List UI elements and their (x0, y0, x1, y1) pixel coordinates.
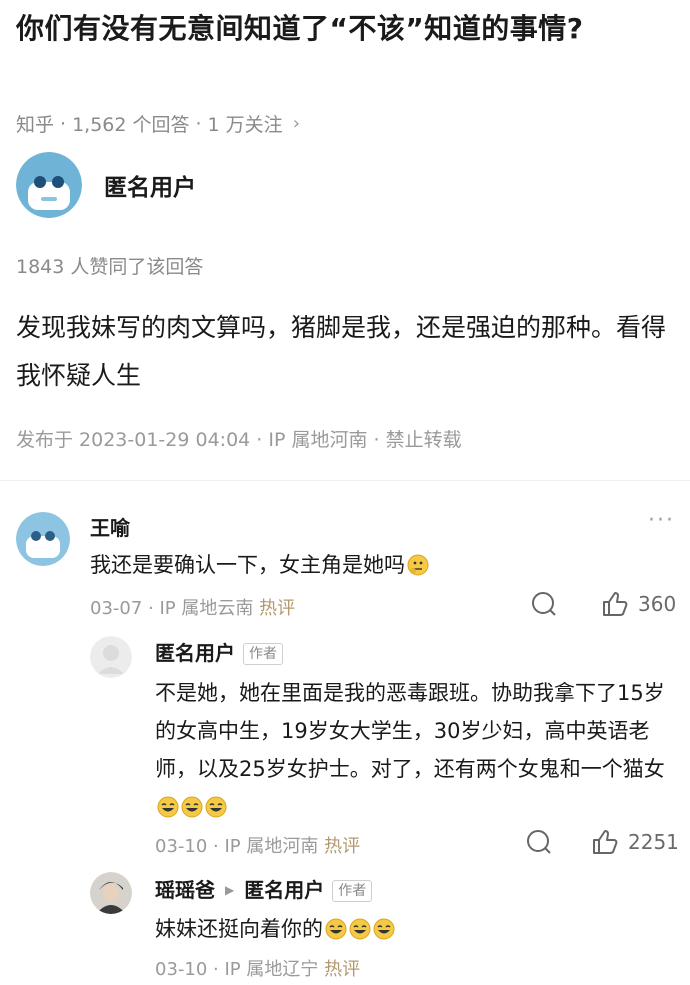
author-badge: 作者 (332, 880, 373, 902)
answer-page: 你们有没有无意间知道了“不该”知道的事情? 知乎 · 1,562 个回答 · 1… (0, 0, 690, 985)
comment-bubble-icon (532, 592, 556, 616)
laughing-emoji-icon (373, 918, 395, 940)
separator: · (60, 112, 67, 135)
comment-bubble-icon (527, 830, 551, 854)
reply-to-name[interactable]: 匿名用户 (244, 878, 324, 902)
comment-date: 03-07 · IP 属地云南 (90, 598, 254, 619)
separator: · (195, 112, 202, 135)
more-options-icon[interactable]: ··· (648, 508, 675, 533)
answer-count: 1,562 个回答 (72, 114, 190, 136)
comment-text: 不是她，她在里面是我的恶毒跟班。协助我拿下了15岁的女高中生，19岁女大学生，3… (155, 674, 675, 826)
follow-count: 1 万关注 (207, 114, 283, 136)
reply-arrow-icon: ▶ (225, 883, 235, 897)
laughing-emoji-icon (325, 918, 347, 940)
commenter-name-text: 匿名用户 (155, 641, 235, 665)
comment-date: 03-10 · IP 属地辽宁 (155, 959, 319, 980)
vote-count: 1843 人赞同了该回答 (16, 256, 204, 278)
hot-comment-label: 热评 (324, 959, 361, 980)
comment-date: 03-10 · IP 属地河南 (155, 836, 319, 857)
answer-meta: 发布于 2023-01-29 04:04 · IP 属地河南 · 禁止转载 (16, 429, 462, 451)
like-button[interactable]: 360 (600, 590, 676, 618)
laughing-emoji-icon (205, 796, 227, 818)
anonymous-avatar[interactable] (16, 152, 82, 218)
like-count: 360 (638, 592, 677, 616)
author-badge: 作者 (243, 643, 283, 665)
comment-text-content: 不是她，她在里面是我的恶毒跟班。协助我拿下了15岁的女高中生，19岁女大学生，3… (155, 681, 665, 781)
hot-comment-label: 热评 (324, 836, 361, 857)
thumbs-up-icon (593, 830, 618, 854)
like-button[interactable]: 2251 (590, 828, 679, 856)
answer-author[interactable]: 匿名用户 (16, 152, 196, 218)
like-count: 2251 (628, 830, 679, 854)
author-name[interactable]: 匿名用户 (104, 168, 196, 202)
comment-text-content: 我还是要确认一下，女主角是她吗 (90, 553, 405, 577)
thinking-emoji-icon (407, 554, 429, 576)
commenter-name-text: 瑶瑶爸 (155, 878, 215, 902)
laughing-emoji-icon (181, 796, 203, 818)
commenter-name[interactable]: 瑶瑶爸 ▶ 匿名用户 作者 (155, 874, 373, 903)
answer-body: 发现我妹写的肉文算吗，猪脚是我，还是强迫的那种。看得我怀疑人生 (16, 313, 667, 390)
comment-meta: 03-07 · IP 属地云南 热评 (90, 594, 295, 620)
commenter-avatar[interactable] (90, 872, 132, 914)
hot-comment-label: 热评 (259, 598, 296, 619)
commenter-avatar[interactable] (16, 512, 70, 566)
thumbs-up-icon (603, 592, 628, 616)
laughing-emoji-icon (157, 796, 179, 818)
comment-meta: 03-10 · IP 属地河南 热评 (155, 832, 360, 858)
comment-text: 妹妹还挺向着你的 (155, 910, 675, 948)
divider (0, 480, 690, 481)
question-meta[interactable]: 知乎 · 1,562 个回答 · 1 万关注 › (16, 110, 300, 137)
commenter-name[interactable]: 匿名用户 作者 (155, 637, 283, 666)
commenter-name[interactable]: 王喻 (90, 512, 130, 541)
commenter-avatar[interactable] (90, 636, 132, 678)
reply-button[interactable] (525, 828, 553, 856)
source-label: 知乎 (16, 114, 55, 136)
question-title[interactable]: 你们有没有无意间知道了“不该”知道的事情? (16, 8, 676, 50)
comment-meta: 03-10 · IP 属地辽宁 热评 (155, 955, 360, 981)
comment-text-content: 妹妹还挺向着你的 (155, 917, 323, 941)
chevron-right-icon: › (292, 113, 300, 134)
laughing-emoji-icon (349, 918, 371, 940)
reply-button[interactable] (530, 590, 558, 618)
comment-text: 我还是要确认一下，女主角是她吗 (90, 546, 670, 584)
